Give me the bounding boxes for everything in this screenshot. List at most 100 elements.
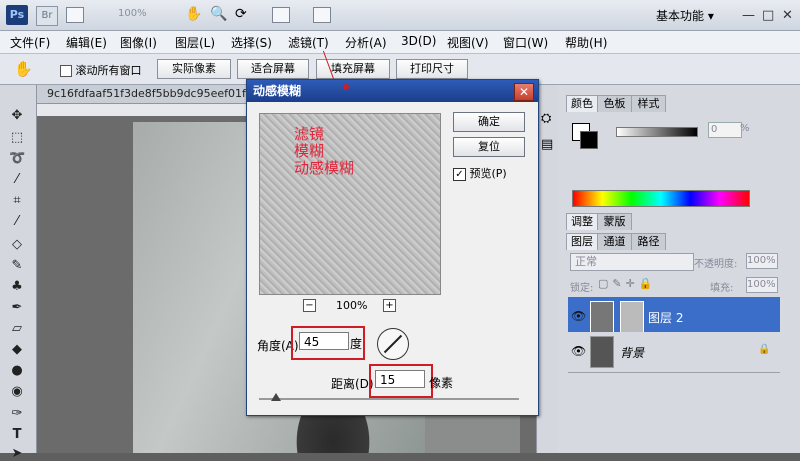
color-value-field[interactable]: 0 bbox=[708, 122, 742, 138]
fill-field[interactable]: 100% bbox=[746, 277, 778, 293]
path-select-tool-icon[interactable]: ➤ bbox=[9, 447, 25, 461]
pen-tool-icon[interactable]: ✑ bbox=[9, 407, 25, 421]
lasso-tool-icon[interactable]: ➰ bbox=[9, 152, 25, 166]
annotation-blur: 模糊 bbox=[294, 142, 325, 160]
screen-mode-frame-icon[interactable] bbox=[313, 7, 331, 23]
blend-mode-select[interactable]: 正常 bbox=[570, 253, 694, 271]
opacity-label: 不透明度: bbox=[694, 259, 738, 270]
menu-layer[interactable]: 图层(L) bbox=[175, 34, 215, 51]
color-slider[interactable] bbox=[616, 127, 698, 137]
workspace-switcher[interactable]: 基本功能 ▾ bbox=[656, 7, 714, 24]
minimize-button[interactable]: — bbox=[742, 8, 755, 23]
menu-bar: 文件(F) 编辑(E) 图像(I) 图层(L) 选择(S) 滤镜(T) 分析(A… bbox=[0, 31, 800, 54]
distance-slider-track[interactable] bbox=[259, 393, 519, 401]
preview-checkbox[interactable]: ✓ bbox=[453, 167, 466, 181]
print-size-button[interactable]: 打印尺寸 bbox=[396, 59, 468, 79]
panel-icon-strip: ⛭ ▤ bbox=[536, 85, 559, 453]
fill-label: 填充: bbox=[710, 283, 734, 294]
fit-screen-button[interactable]: 适合屏幕 bbox=[237, 59, 309, 79]
zoom-tool-icon[interactable]: 🔍 bbox=[210, 6, 227, 22]
history-brush-tool-icon[interactable]: ✒ bbox=[9, 301, 25, 315]
history-panel-icon[interactable]: ⛭ bbox=[541, 111, 551, 126]
preview-option[interactable]: ✓ 预览(P) bbox=[453, 165, 507, 181]
menu-3d[interactable]: 3D(D) bbox=[401, 34, 436, 48]
reset-button[interactable]: 复位 bbox=[453, 137, 525, 157]
menu-view[interactable]: 视图(V) bbox=[447, 34, 489, 51]
layer-name: 图层 2 bbox=[648, 311, 684, 325]
scroll-all-checkbox[interactable] bbox=[60, 65, 72, 77]
distance-input[interactable]: 15 bbox=[375, 370, 425, 388]
right-panels: 颜色 色板 样式 0 % 调整 蒙版 图层 通道 路径 正常 不透明度: 100… bbox=[558, 85, 800, 453]
menu-select[interactable]: 选择(S) bbox=[231, 34, 272, 51]
angle-dial-needle bbox=[383, 334, 403, 354]
tab-swatches[interactable]: 色板 bbox=[597, 95, 632, 112]
tab-paths[interactable]: 路径 bbox=[631, 233, 666, 250]
color-ramp[interactable] bbox=[572, 190, 750, 207]
close-window-button[interactable]: ✕ bbox=[782, 8, 793, 23]
dialog-title-bar[interactable]: 动感模糊 bbox=[247, 80, 538, 102]
tab-layers[interactable]: 图层 bbox=[566, 233, 598, 250]
eyedropper-tool-icon[interactable]: ⁄ bbox=[9, 215, 25, 229]
menu-image[interactable]: 图像(I) bbox=[120, 34, 157, 51]
eraser-tool-icon[interactable]: ▱ bbox=[9, 322, 25, 336]
brush-tool-icon[interactable]: ✎ bbox=[9, 259, 25, 273]
layer-name: 背景 bbox=[620, 346, 645, 360]
angle-dial[interactable] bbox=[377, 328, 409, 360]
chevron-down-icon: ▾ bbox=[707, 9, 714, 23]
rotate-view-icon[interactable]: ⟳ bbox=[235, 6, 247, 22]
motion-blur-dialog: 动感模糊 ✕ 滤镜 模糊 动感模糊 确定 复位 ✓ 预览(P) − 100% +… bbox=[246, 79, 539, 416]
distance-slider-thumb[interactable] bbox=[271, 393, 281, 401]
type-tool-icon[interactable]: T bbox=[9, 428, 25, 442]
opacity-field[interactable]: 100% bbox=[746, 253, 778, 269]
app-title-bar: Ps Br 100% ✋ 🔍 ⟳ 基本功能 ▾ — □ ✕ bbox=[0, 0, 800, 31]
distance-unit: 像素 bbox=[429, 376, 454, 390]
maximize-button[interactable]: □ bbox=[762, 8, 774, 23]
tab-styles[interactable]: 样式 bbox=[631, 95, 666, 112]
layer-thumbnail bbox=[590, 301, 614, 333]
quick-select-tool-icon[interactable]: ⁄ bbox=[9, 173, 25, 187]
menu-help[interactable]: 帮助(H) bbox=[565, 34, 607, 51]
menu-analysis[interactable]: 分析(A) bbox=[345, 34, 387, 51]
layer-mask-thumbnail[interactable] bbox=[620, 301, 644, 333]
tab-channels[interactable]: 通道 bbox=[597, 233, 632, 250]
hand-tool-preset-icon[interactable]: ✋ bbox=[14, 60, 33, 78]
preview-image[interactable]: 滤镜 模糊 动感模糊 bbox=[259, 113, 441, 295]
menu-window[interactable]: 窗口(W) bbox=[503, 34, 548, 51]
hand-tool-icon[interactable]: ✋ bbox=[185, 6, 202, 22]
zoom-in-button[interactable]: + bbox=[383, 299, 396, 312]
lock-icons[interactable]: ▢✎✛🔒 bbox=[598, 277, 657, 290]
layer-row-background[interactable]: 👁 背景 🔒 bbox=[568, 332, 780, 373]
crop-tool-icon[interactable]: ⌗ bbox=[9, 194, 25, 208]
menu-file[interactable]: 文件(F) bbox=[10, 34, 50, 51]
blur-tool-icon[interactable]: ● bbox=[9, 364, 25, 378]
eye-icon[interactable]: 👁 bbox=[571, 344, 586, 358]
eye-icon[interactable]: 👁 bbox=[571, 309, 586, 323]
lock-icon: 🔒 bbox=[758, 344, 771, 355]
actual-pixels-button[interactable]: 实际像素 bbox=[157, 59, 231, 79]
zoom-out-button[interactable]: − bbox=[303, 299, 316, 312]
tab-masks[interactable]: 蒙版 bbox=[597, 213, 632, 230]
ok-button[interactable]: 确定 bbox=[453, 112, 525, 132]
scroll-all-windows-option[interactable]: 滚动所有窗口 bbox=[60, 62, 142, 78]
menu-edit[interactable]: 编辑(E) bbox=[66, 34, 107, 51]
annotation-filter: 滤镜 bbox=[294, 125, 325, 143]
dodge-tool-icon[interactable]: ◉ bbox=[9, 385, 25, 399]
tab-adjustments[interactable]: 调整 bbox=[566, 213, 598, 230]
marquee-tool-icon[interactable]: ⬚ bbox=[9, 131, 25, 145]
paint-bucket-tool-icon[interactable]: ◆ bbox=[9, 343, 25, 357]
foreground-color-swatch[interactable] bbox=[580, 131, 598, 149]
screen-mode-icon[interactable] bbox=[66, 7, 84, 23]
zoom-level[interactable]: 100% bbox=[118, 8, 147, 19]
clone-stamp-tool-icon[interactable]: ♣ bbox=[9, 280, 25, 294]
move-tool-icon[interactable]: ✥ bbox=[9, 109, 25, 123]
tab-color[interactable]: 颜色 bbox=[566, 95, 598, 112]
healing-brush-tool-icon[interactable]: ◇ bbox=[9, 238, 25, 252]
color-unit: % bbox=[740, 123, 750, 134]
menu-filter[interactable]: 滤镜(T) bbox=[288, 34, 329, 51]
toolbox: ✥ ⬚ ➰ ⁄ ⌗ ⁄ ◇ ✎ ♣ ✒ ▱ ◆ ● ◉ ✑ T ➤ bbox=[0, 85, 37, 461]
arrange-documents-icon[interactable] bbox=[272, 7, 290, 23]
actions-panel-icon[interactable]: ▤ bbox=[541, 137, 553, 152]
angle-input[interactable]: 45 bbox=[299, 332, 349, 350]
dialog-close-button[interactable]: ✕ bbox=[514, 83, 534, 101]
bridge-button[interactable]: Br bbox=[36, 6, 58, 26]
